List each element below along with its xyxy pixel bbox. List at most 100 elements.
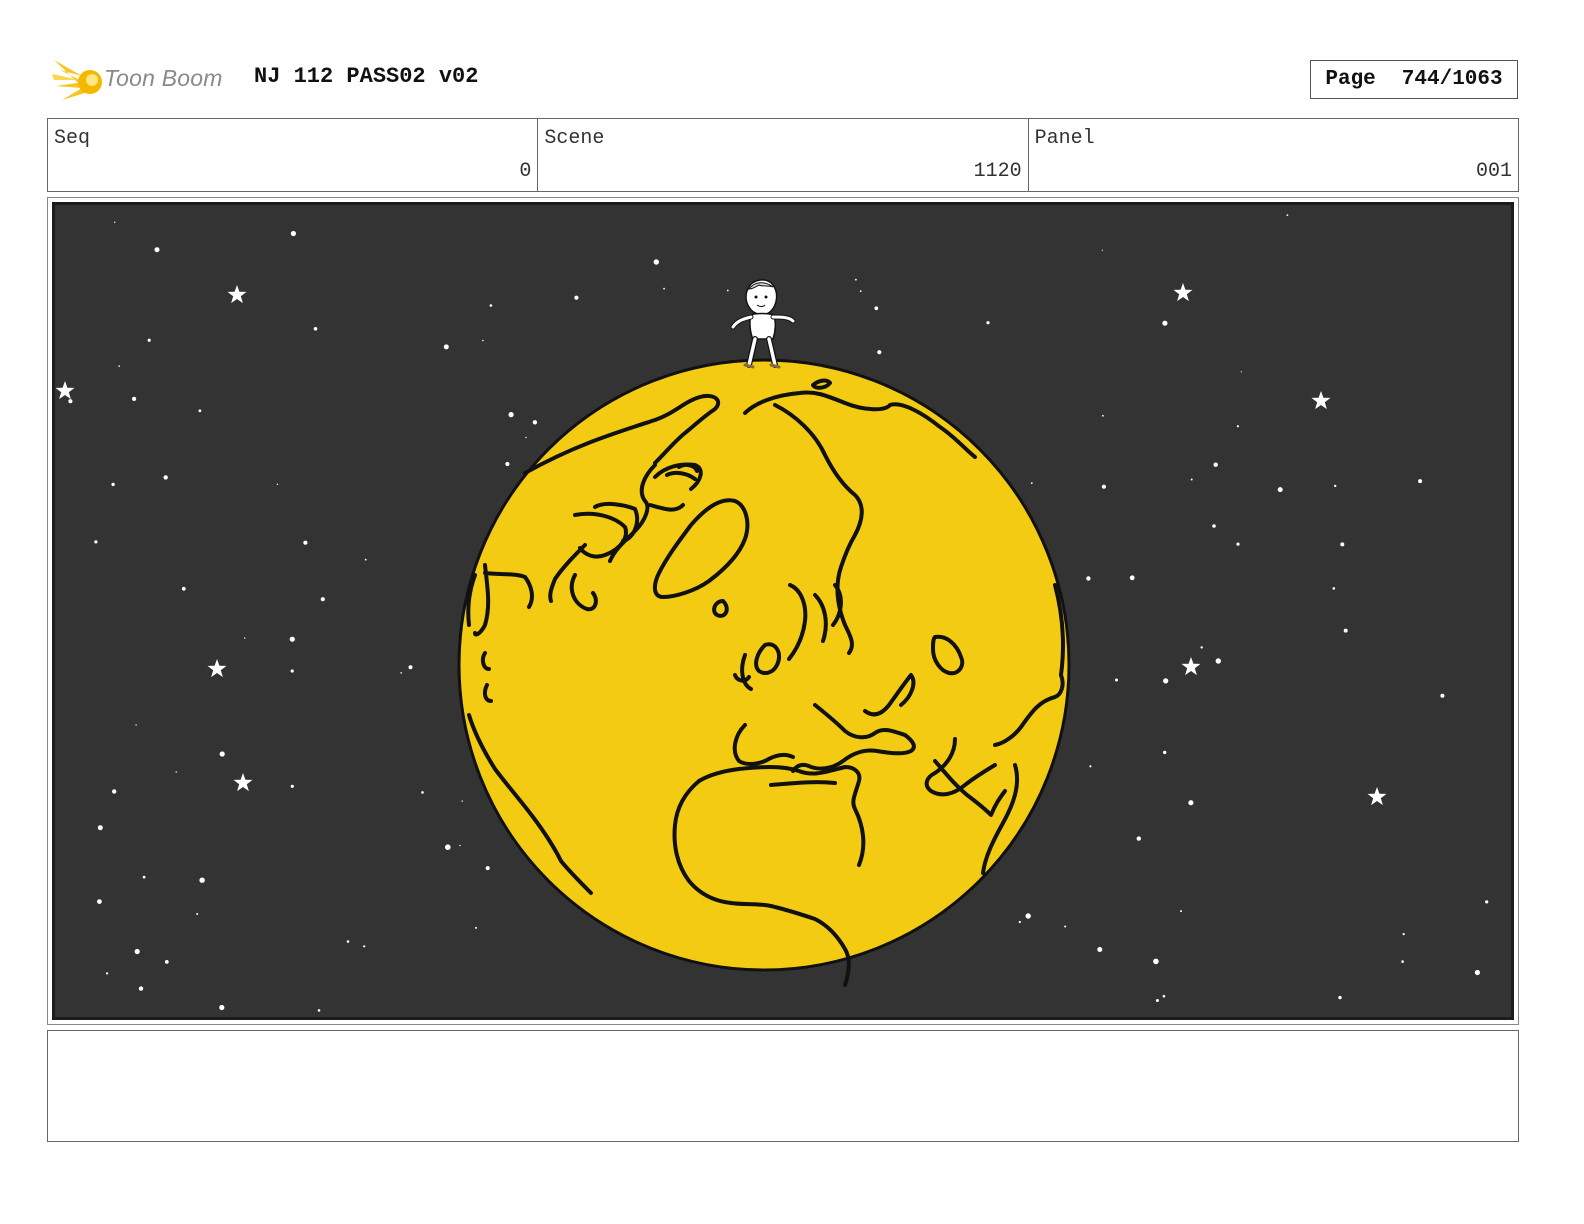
star-dot: [244, 637, 246, 639]
star-dot: [1155, 999, 1159, 1002]
star-dot: [163, 475, 168, 480]
page-indicator: Page 744/1063: [1310, 60, 1518, 99]
star-dot: [1101, 484, 1106, 489]
star-sparkle: [1173, 283, 1193, 302]
seq-value: 0: [519, 160, 532, 183]
panel-label: Panel: [1034, 127, 1095, 150]
star-dot: [1136, 836, 1142, 841]
star-dot: [1401, 960, 1404, 963]
star-dot: [1236, 425, 1239, 428]
star-dot: [1240, 371, 1242, 373]
star-dot: [1334, 484, 1337, 488]
star-dot: [1474, 969, 1480, 976]
star-dot: [1340, 542, 1345, 547]
star-dot: [408, 665, 413, 670]
star-dot: [198, 409, 202, 413]
page-label: Page: [1325, 68, 1376, 91]
star-dot: [1402, 933, 1405, 936]
star-sparkle: [1181, 657, 1201, 676]
star-dot: [574, 295, 579, 300]
star-dot: [112, 789, 117, 794]
document-title: NJ 112 PASS02 v02: [254, 64, 479, 89]
star-dot: [505, 461, 510, 467]
star-sparkle: [1367, 787, 1387, 806]
star-dot: [1102, 414, 1104, 417]
star-dot: [147, 338, 151, 342]
star-dot: [1200, 646, 1203, 649]
star-dot: [97, 899, 102, 904]
star-dot: [289, 636, 295, 642]
earth-globe: [457, 358, 1071, 987]
panel-value: 001: [1475, 160, 1512, 183]
star-dot: [1418, 479, 1423, 484]
panel-artwork: [52, 202, 1514, 1020]
star-sparkle: [233, 773, 253, 792]
star-dot: [1277, 487, 1283, 493]
star-dot: [1097, 947, 1103, 952]
star-dot: [859, 290, 862, 292]
star-dot: [986, 321, 990, 325]
star-dot: [164, 960, 169, 964]
star-dot: [142, 875, 146, 879]
star-dot: [135, 724, 137, 726]
star-dot: [525, 436, 527, 439]
seq-cell: Seq 0: [48, 119, 539, 191]
seq-label: Seq: [54, 127, 91, 150]
star-dot: [726, 289, 729, 292]
star-dot: [1086, 576, 1091, 581]
star-dot: [138, 986, 144, 991]
star-dot: [482, 339, 484, 342]
scene-cell: Scene 1120: [538, 119, 1029, 191]
star-dot: [106, 972, 109, 975]
star-dot: [1162, 994, 1166, 998]
star-dot: [485, 866, 490, 871]
star-dot: [508, 412, 514, 418]
star-dot: [663, 287, 665, 290]
star-dot: [94, 540, 98, 544]
star-dot: [445, 844, 451, 850]
star-dot: [421, 791, 424, 794]
star-dot: [1163, 678, 1169, 684]
star-dot: [219, 751, 225, 757]
star-dot: [1212, 524, 1216, 528]
star-dot: [532, 420, 538, 425]
star-dot: [154, 247, 160, 253]
star-dot: [489, 304, 493, 307]
star-dot: [1163, 750, 1167, 755]
star-dot: [1162, 320, 1168, 326]
star-dot: [1343, 628, 1348, 633]
panel-cell: Panel 001: [1029, 119, 1518, 191]
star-dot: [114, 221, 116, 223]
panel-notes: [47, 1030, 1519, 1142]
star-dot: [1286, 214, 1289, 216]
star-dot: [1089, 765, 1092, 768]
star-dot: [199, 877, 205, 883]
star-dot: [118, 365, 120, 367]
star-dot: [1025, 913, 1031, 919]
toon-boom-logo: Toon Boom: [50, 52, 240, 108]
star-sparkle: [55, 381, 75, 400]
star-sparkle: [227, 285, 247, 304]
star-dot: [111, 482, 115, 487]
star-dot: [364, 558, 367, 561]
star-dot: [855, 278, 857, 281]
star-dot: [1190, 478, 1193, 481]
star-dot: [1215, 658, 1222, 664]
standing-boy-figure: [730, 279, 796, 369]
star-dot: [290, 669, 294, 673]
toon-boom-flame-icon: [52, 60, 102, 100]
page-number: 744/1063: [1401, 68, 1503, 91]
star-dot: [175, 771, 177, 773]
star-dot: [1188, 800, 1194, 806]
star-dot: [303, 540, 308, 545]
panel-info-table: Seq 0 Scene 1120 Panel 001: [47, 118, 1519, 192]
star-dot: [475, 926, 477, 929]
star-dot: [68, 399, 73, 404]
star-dot: [400, 672, 402, 674]
star-dot: [1213, 462, 1218, 467]
logo-text: Toon Boom: [104, 65, 223, 91]
star-dot: [443, 344, 449, 350]
star-dot: [363, 945, 366, 948]
space-scene: [55, 214, 1489, 1012]
star-dot: [653, 259, 659, 265]
